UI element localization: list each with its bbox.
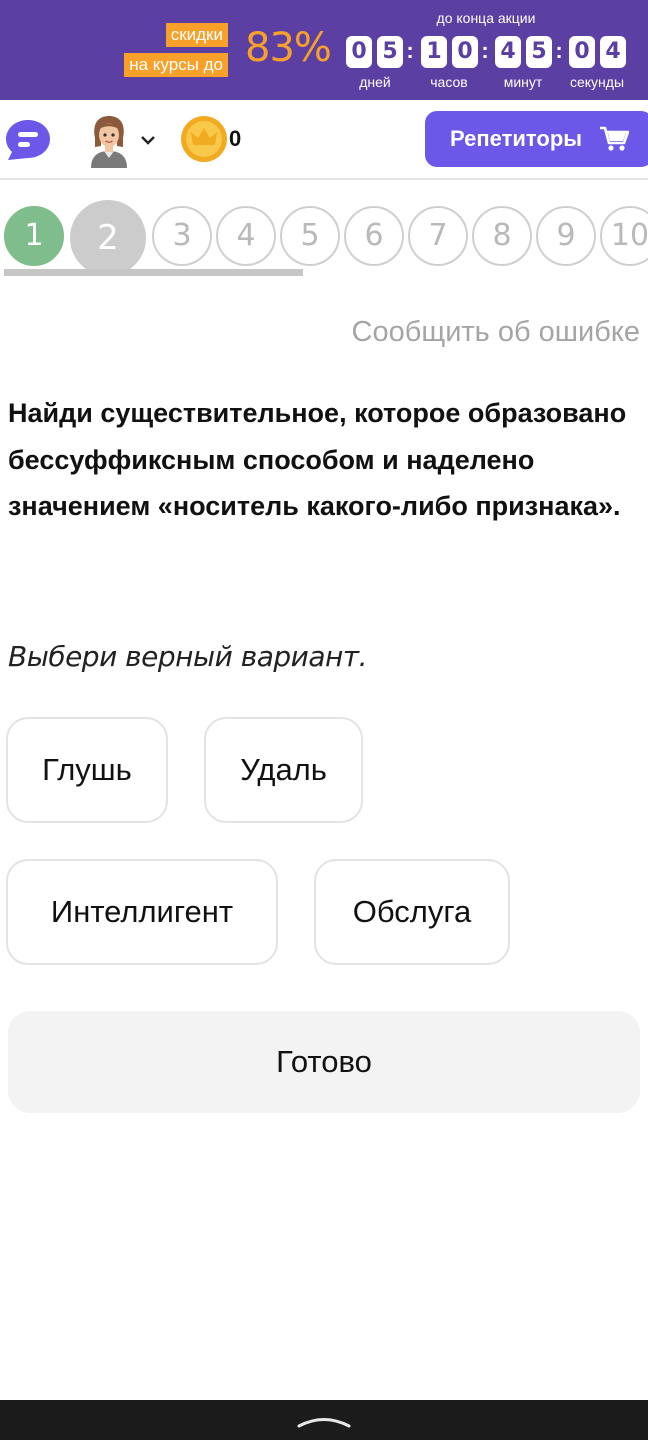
timer-separator: : <box>555 38 563 63</box>
app-header: 0 Репетиторы <box>0 100 648 180</box>
timer-separator: : <box>406 38 414 63</box>
tutors-button[interactable]: Репетиторы <box>425 111 648 167</box>
step-1[interactable]: 1 <box>4 206 64 266</box>
step-2[interactable]: 2 <box>70 200 146 276</box>
answer-option-2[interactable]: Удаль <box>204 717 363 823</box>
timer-unit-seconds: секунды <box>569 74 625 90</box>
timer-hours-digit-2: 0 <box>452 36 478 68</box>
timer-unit-minutes: минут <box>503 74 543 90</box>
step-3[interactable]: 3 <box>152 206 212 266</box>
report-error-link[interactable]: Сообщить об ошибке <box>352 314 640 350</box>
timer-seconds-digit-1: 0 <box>569 36 595 68</box>
coin-icon <box>181 116 227 162</box>
step-9[interactable]: 9 <box>536 206 596 266</box>
tutors-button-label: Репетиторы <box>450 126 583 151</box>
question-steps: 1 2 3 4 5 6 7 8 9 10 <box>0 182 648 282</box>
timer-unit-hours: часов <box>430 74 468 90</box>
chat-bubble-icon <box>6 120 50 160</box>
coin-count: 0 <box>229 126 242 151</box>
answer-option-1[interactable]: Глушь <box>6 717 168 823</box>
avatar[interactable] <box>86 114 132 168</box>
chevron-down-icon[interactable] <box>140 132 156 148</box>
step-4[interactable]: 4 <box>216 206 276 266</box>
timer-hours-digit-1: 1 <box>421 36 447 68</box>
timer-days-digit-1: 0 <box>346 36 372 68</box>
system-navigation-bar <box>0 1400 648 1440</box>
promo-banner[interactable]: скидки на курсы до 83% до конца акции 0 … <box>0 0 648 100</box>
promo-tag-courses: на курсы до <box>124 53 228 77</box>
promo-percent: 83% <box>245 25 332 71</box>
promo-tag-discounts: скидки <box>165 23 228 47</box>
timer-seconds-digit-2: 4 <box>600 36 626 68</box>
timer-caption: до конца акции <box>436 10 536 26</box>
timer-separator: : <box>481 38 489 63</box>
timer-days-digit-2: 5 <box>377 36 403 68</box>
timer-minutes-digit-1: 4 <box>495 36 521 68</box>
timer-minutes-digit-2: 5 <box>526 36 552 68</box>
answer-option-3[interactable]: Интеллигент <box>6 859 278 965</box>
question-text: Найди существительное, которое образован… <box>8 398 627 521</box>
step-6[interactable]: 6 <box>344 206 404 266</box>
answer-option-4[interactable]: Обслуга <box>314 859 510 965</box>
step-8[interactable]: 8 <box>472 206 532 266</box>
steps-scroll-indicator[interactable] <box>4 269 303 276</box>
instruction-text: Выбери верный вариант. <box>8 640 368 673</box>
user-avatar-icon <box>91 116 127 168</box>
timer-unit-days: дней <box>359 74 391 90</box>
coin-balance[interactable] <box>180 115 228 163</box>
step-7[interactable]: 7 <box>408 206 468 266</box>
chat-button[interactable] <box>4 118 52 162</box>
step-10[interactable]: 10 <box>600 206 648 266</box>
submit-button[interactable]: Готово <box>8 1011 640 1113</box>
cart-icon <box>600 126 629 151</box>
step-5[interactable]: 5 <box>280 206 340 266</box>
chevron-up-icon[interactable] <box>296 1412 352 1430</box>
